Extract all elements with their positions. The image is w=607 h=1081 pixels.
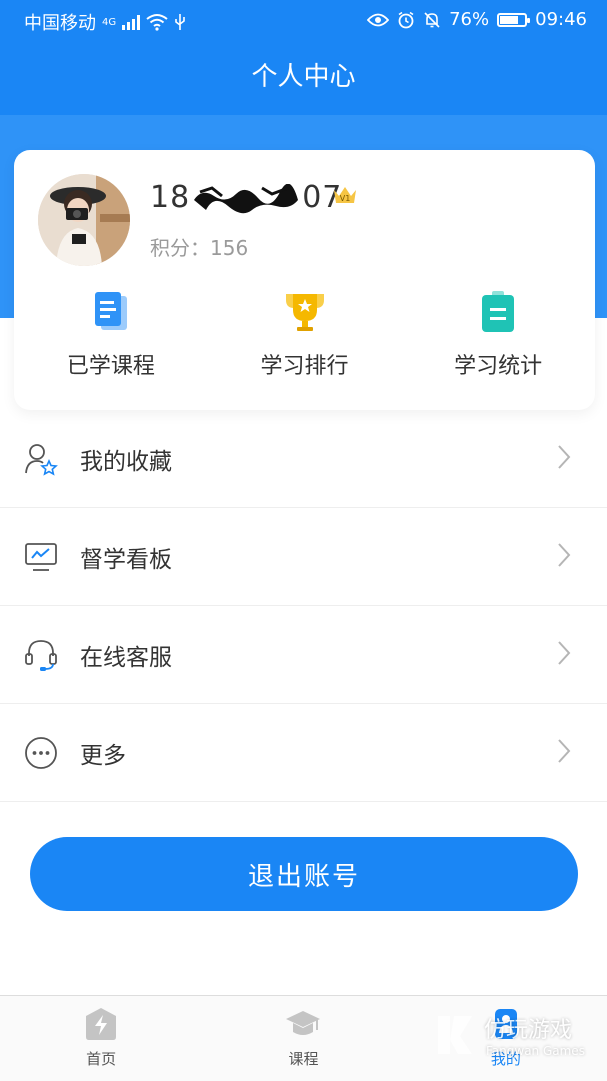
carrier-label: 中国移动 bbox=[24, 13, 96, 34]
home-bolt-icon bbox=[86, 1008, 117, 1040]
signal-icon bbox=[122, 14, 141, 30]
quick-action-ranking[interactable]: 学习排行 bbox=[208, 290, 402, 380]
status-bar: 中国移动 4G 76% 09:46 bbox=[0, 0, 607, 42]
network-type: 4G bbox=[102, 16, 117, 28]
menu-item-customer-service[interactable]: 在线客服 bbox=[0, 606, 607, 704]
user-star-icon bbox=[25, 443, 58, 476]
wifi-icon bbox=[146, 14, 168, 31]
page-title: 个人中心 bbox=[251, 62, 356, 92]
level-badge: V1 bbox=[340, 194, 351, 203]
chevron-right-icon bbox=[558, 445, 571, 469]
points-text: 积分：156 bbox=[150, 236, 249, 260]
menu-item-supervision-board[interactable]: 督学看板 bbox=[0, 508, 607, 606]
phone-redaction bbox=[194, 183, 299, 213]
phone-number: 18 07 bbox=[150, 180, 342, 215]
quick-action-label: 已学课程 bbox=[66, 354, 155, 379]
quick-action-label: 学习排行 bbox=[260, 354, 349, 379]
quick-action-label: 学习统计 bbox=[454, 354, 543, 379]
headset-icon bbox=[25, 639, 57, 671]
avatar[interactable] bbox=[38, 174, 130, 266]
status-right: 76% 09:46 bbox=[367, 9, 587, 30]
chevron-right-icon bbox=[558, 739, 571, 763]
chevron-right-icon bbox=[558, 641, 571, 665]
chevron-right-icon bbox=[558, 543, 571, 567]
menu-list: 我的收藏 督学看板 在线客服 更多 bbox=[0, 410, 607, 802]
menu-item-label: 督学看板 bbox=[80, 546, 172, 573]
watermark-text: 仿玩游戏 bbox=[484, 1018, 573, 1043]
battery-fill bbox=[500, 15, 519, 24]
graduation-cap-icon bbox=[286, 1011, 321, 1035]
eye-icon bbox=[367, 13, 390, 26]
tab-courses[interactable]: 课程 bbox=[202, 996, 404, 1081]
tab-home[interactable]: 首页 bbox=[0, 996, 202, 1081]
trophy-icon bbox=[285, 294, 324, 331]
tab-label: 课程 bbox=[288, 1050, 319, 1068]
menu-item-label: 在线客服 bbox=[80, 644, 172, 671]
profile-card: 18 07 V1 积分：156 已学课程 学习排行 学习统计 bbox=[14, 150, 595, 410]
mute-bell-icon bbox=[424, 11, 440, 28]
monitor-chart-icon bbox=[25, 542, 57, 571]
quick-action-statistics[interactable]: 学习统计 bbox=[401, 290, 595, 380]
watermark-subtext: Fangwan Games bbox=[486, 1044, 585, 1058]
avatar-photo bbox=[38, 174, 130, 266]
watermark: 仿玩游戏 Fangwan Games bbox=[432, 1012, 602, 1072]
battery-icon bbox=[497, 12, 531, 27]
phone-prefix: 18 bbox=[150, 180, 191, 215]
document-icon bbox=[94, 292, 127, 330]
clock: 09:46 bbox=[535, 9, 587, 30]
status-left: 中国移动 4G bbox=[24, 9, 186, 35]
usb-icon bbox=[175, 14, 185, 30]
vip-crown-icon: V1 bbox=[334, 187, 356, 203]
logout-button[interactable]: 退出账号 bbox=[30, 837, 578, 911]
menu-item-favorites[interactable]: 我的收藏 bbox=[0, 410, 607, 508]
menu-item-more[interactable]: 更多 bbox=[0, 704, 607, 802]
battery-percent: 76% bbox=[449, 9, 490, 30]
alarm-icon bbox=[398, 11, 414, 28]
watermark-logo bbox=[438, 1016, 472, 1054]
more-dots-icon bbox=[25, 736, 57, 769]
menu-item-label: 我的收藏 bbox=[80, 448, 172, 475]
quick-actions: 已学课程 学习排行 学习统计 bbox=[14, 290, 595, 380]
menu-item-label: 更多 bbox=[80, 742, 126, 769]
clipboard-icon bbox=[482, 291, 515, 332]
quick-action-learned-courses[interactable]: 已学课程 bbox=[14, 290, 208, 380]
tab-label: 首页 bbox=[86, 1050, 117, 1068]
